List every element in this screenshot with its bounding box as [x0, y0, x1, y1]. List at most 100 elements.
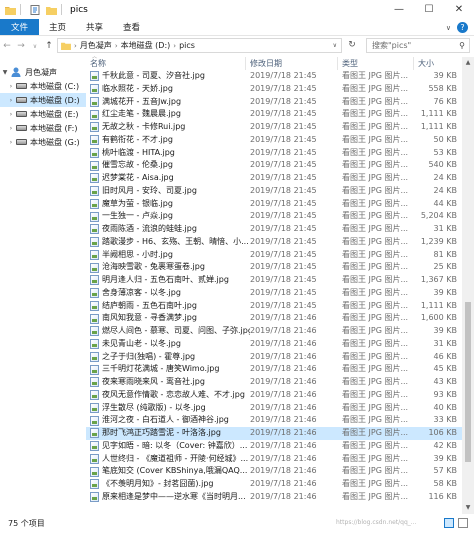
table-row[interactable]: 淮河之夜 - 白石道人 - 御酒神谷.jpg 2019/7/18 21:46 看图王… — [86, 414, 462, 427]
file-name-cell[interactable]: 见字如晤 - 暗: 以冬（Cover: 钟嘉欣）... — [90, 440, 250, 453]
chevron-right-icon[interactable]: › — [6, 139, 16, 146]
file-name-cell[interactable]: 夜来寒雨晓来风 - 鸾音社.jpg — [90, 376, 250, 389]
new-folder-icon[interactable] — [46, 5, 57, 15]
nav-item-drive-f[interactable]: › 本地磁盘 (F:) — [0, 121, 86, 135]
address-bar[interactable]: › 月色凝声 › 本地磁盘 (D:) › pics ∨ — [57, 38, 342, 53]
file-name-cell[interactable]: 半阙相思 - 小时.jpg — [90, 249, 250, 262]
table-row[interactable]: 结庐朝雨 - 五色石南叶.jpg 2019/7/18 21:45 看图王 JPG 图… — [86, 300, 462, 313]
close-button[interactable]: ✕ — [444, 0, 474, 19]
file-name-cell[interactable]: 明月逢人归 - 五色石南叶、贰婵.jpg — [90, 274, 250, 287]
file-name-cell[interactable]: 有鹤衔花 - 不才.jpg — [90, 134, 250, 147]
chevron-down-icon[interactable]: ▼ — [0, 69, 10, 76]
table-row[interactable]: 舍身薄凉客 - 以冬.jpg 2019/7/18 21:45 看图王 JPG 图片.… — [86, 287, 462, 300]
refresh-icon[interactable]: ↻ — [346, 40, 358, 52]
file-name-cell[interactable]: 魔草为萤 - 银临.jpg — [90, 198, 250, 211]
table-row[interactable]: 半阙相思 - 小时.jpg 2019/7/18 21:45 看图王 JPG 图片..… — [86, 249, 462, 262]
file-name-cell[interactable]: 浮生散尽 (纯歌版) - 以冬.jpg — [90, 402, 250, 415]
file-name-cell[interactable]: 沧海映雪歌 - 兔裹寒蛋卷.jpg — [90, 261, 250, 274]
recent-locations-button[interactable]: ∨ — [28, 43, 42, 50]
scroll-up-icon[interactable]: ▲ — [462, 57, 474, 69]
scroll-down-icon[interactable]: ▼ — [462, 502, 474, 514]
breadcrumb-pics[interactable]: pics — [179, 41, 195, 50]
file-name-cell[interactable]: 舍身薄凉客 - 以冬.jpg — [90, 287, 250, 300]
table-row[interactable]: 明月逢人归 - 五色石南叶、贰婵.jpg 2019/7/18 21:45 看图王 J… — [86, 274, 462, 287]
table-row[interactable]: 未见青山老 - 以冬.jpg 2019/7/18 21:46 看图王 JPG 图片.… — [86, 338, 462, 351]
column-header-date[interactable]: 修改日期 — [246, 57, 338, 70]
table-row[interactable]: 催雪忘故 - 伦桑.jpg 2019/7/18 21:45 看图王 JPG 图片..… — [86, 159, 462, 172]
file-name-cell[interactable]: 之子于归(独唱) - 霍尊.jpg — [90, 351, 250, 364]
minimize-button[interactable]: — — [384, 0, 414, 19]
table-row[interactable]: 见字如晤 - 暗: 以冬（Cover: 钟嘉欣）... 2019/7/18 21:… — [86, 440, 462, 453]
nav-item-drive-e[interactable]: › 本地磁盘 (E:) — [0, 107, 86, 121]
table-row[interactable]: 满城花开 - 五音Jw.jpg 2019/7/18 21:45 看图王 JPG 图片… — [86, 96, 462, 109]
file-name-cell[interactable]: 一生独一 - 卢焱.jpg — [90, 210, 250, 223]
chevron-right-icon[interactable]: › — [6, 97, 16, 104]
table-row[interactable]: 魔草为萤 - 银临.jpg 2019/7/18 21:45 看图王 JPG 图片..… — [86, 198, 462, 211]
large-icons-view-icon[interactable] — [458, 518, 468, 528]
table-row[interactable]: 三千明灯花满城 - 唐笑Wimo.jpg 2019/7/18 21:46 看图王 J… — [86, 363, 462, 376]
file-name-cell[interactable]: 夜风无意作情歌 - 恋恋故人难、不才.jpg — [90, 389, 250, 402]
tab-file[interactable]: 文件 — [0, 19, 40, 35]
forward-button[interactable]: → — [14, 41, 28, 51]
file-name-cell[interactable]: 笔底知交 (Cover KBShinya,哦漏QAQ... — [90, 465, 250, 478]
file-name-cell[interactable]: 夜雨陈酒 - 流浪的蛙蛙.jpg — [90, 223, 250, 236]
file-name-cell[interactable]: 千秋此意 - 司夏、汐音社.jpg — [90, 70, 250, 83]
table-row[interactable]: 临水照花 - 天娇.jpg 2019/7/18 21:45 看图王 JPG 图片..… — [86, 83, 462, 96]
file-name-cell[interactable]: 无故之秋 - 卡修Rui.jpg — [90, 121, 250, 134]
nav-item-drive-d[interactable]: › 本地磁盘 (D:) — [0, 93, 86, 107]
chevron-right-icon[interactable]: › — [6, 111, 16, 118]
tab-share[interactable]: 共享 — [76, 19, 113, 35]
file-name-cell[interactable]: 《不羡明月知》- 封茗囧菌).jpg — [90, 478, 250, 491]
up-button[interactable]: ↑ — [42, 41, 56, 51]
search-input[interactable]: 搜索"pics" ⚲ — [366, 38, 470, 53]
table-row[interactable]: 笔底知交 (Cover KBShinya,哦漏QAQ... 2019/7/18 2… — [86, 465, 462, 478]
table-row[interactable]: 沧海映雪歌 - 兔裹寒蛋卷.jpg 2019/7/18 21:45 看图王 JPG … — [86, 261, 462, 274]
table-row[interactable]: 无故之秋 - 卡修Rui.jpg 2019/7/18 21:45 看图王 JPG 图… — [86, 121, 462, 134]
file-name-cell[interactable]: 淮河之夜 - 白石道人 - 御酒神谷.jpg — [90, 414, 250, 427]
file-name-cell[interactable]: 满城花开 - 五音Jw.jpg — [90, 96, 250, 109]
nav-item-drive-g[interactable]: › 本地磁盘 (G:) — [0, 135, 86, 149]
expand-ribbon-icon[interactable]: ∨ — [446, 24, 451, 32]
table-row[interactable]: 夜风无意作情歌 - 恋恋故人难、不才.jpg 2019/7/18 21:46 看图王… — [86, 389, 462, 402]
chevron-right-icon[interactable]: › — [6, 125, 16, 132]
table-row[interactable]: 《不羡明月知》- 封茗囧菌).jpg 2019/7/18 21:46 看图王 JPG… — [86, 478, 462, 491]
table-row[interactable]: 千秋此意 - 司夏、汐音社.jpg 2019/7/18 21:45 看图王 JPG … — [86, 70, 462, 83]
table-row[interactable]: 迟梦棠花 - Aisa.jpg 2019/7/18 21:45 看图王 JPG 图片… — [86, 172, 462, 185]
nav-item-drive-c[interactable]: › 本地磁盘 (C:) — [0, 79, 86, 93]
table-row[interactable]: 旧时风月 - 安玲、司夏.jpg 2019/7/18 21:45 看图王 JPG 图… — [86, 185, 462, 198]
file-name-cell[interactable]: 三千明灯花满城 - 唐笑Wimo.jpg — [90, 363, 250, 376]
table-row[interactable]: 浮生散尽 (纯歌版) - 以冬.jpg 2019/7/18 21:46 看图王 JP… — [86, 402, 462, 415]
column-header-name[interactable]: 名称 — [86, 57, 246, 70]
table-row[interactable]: 那时飞鸿正巧踏雪泥 - 叶洛洛.jpg 2019/7/18 21:46 看图王 JP… — [86, 427, 462, 440]
back-button[interactable]: ← — [0, 41, 14, 51]
file-name-cell[interactable]: 人世终归 - 《魔道祖师 - 开陵·何经城》... — [90, 453, 250, 466]
chevron-down-icon[interactable]: ∨ — [333, 42, 337, 49]
file-name-cell[interactable]: 南风知我意 - 寻香满梦.jpg — [90, 312, 250, 325]
file-name-cell[interactable]: 桃叶临渡 - HITA.jpg — [90, 147, 250, 160]
vertical-scrollbar[interactable]: ▲ ▼ — [462, 57, 474, 514]
help-icon[interactable]: ? — [457, 22, 468, 33]
file-name-cell[interactable]: 未见青山老 - 以冬.jpg — [90, 338, 250, 351]
file-name-cell[interactable]: 迟梦棠花 - Aisa.jpg — [90, 172, 250, 185]
file-name-cell[interactable]: 燃尽人间色 - 慕寒、司夏、问图、子弥.jpg — [90, 325, 250, 338]
table-row[interactable]: 燃尽人间色 - 慕寒、司夏、问图、子弥.jpg 2019/7/18 21:46 看图… — [86, 325, 462, 338]
file-name-cell[interactable]: 临水照花 - 天娇.jpg — [90, 83, 250, 96]
column-header-size[interactable]: 大小 — [414, 57, 462, 70]
file-name-cell[interactable]: 结庐朝雨 - 五色石南叶.jpg — [90, 300, 250, 313]
column-header-type[interactable]: 类型 — [338, 57, 414, 70]
file-name-cell[interactable]: 原来相逢是梦中——逆水寒《当时明月... — [90, 491, 250, 504]
table-row[interactable]: 人世终归 - 《魔道祖师 - 开陵·何经城》... 2019/7/18 21:46… — [86, 453, 462, 466]
tab-view[interactable]: 查看 — [113, 19, 150, 35]
table-row[interactable]: 原来相逢是梦中——逆水寒《当时明月... 2019/7/18 21:46 看图王 J… — [86, 491, 462, 504]
file-name-cell[interactable]: 旧时风月 - 安玲、司夏.jpg — [90, 185, 250, 198]
file-name-cell[interactable]: 踏歌漫步 - H6、玄殇、王朝、晴愔、小... — [90, 236, 250, 249]
maximize-button[interactable]: ☐ — [414, 0, 444, 19]
table-row[interactable]: 夜雨陈酒 - 流浪的蛙蛙.jpg 2019/7/18 21:45 看图王 JPG 图… — [86, 223, 462, 236]
table-row[interactable]: 有鹤衔花 - 不才.jpg 2019/7/18 21:45 看图王 JPG 图片..… — [86, 134, 462, 147]
table-row[interactable]: 桃叶临渡 - HITA.jpg 2019/7/18 21:45 看图王 JPG 图片… — [86, 147, 462, 160]
table-row[interactable]: 红尘走笔 - 魏晨晨.jpg 2019/7/18 21:45 看图王 JPG 图片.… — [86, 108, 462, 121]
table-row[interactable]: 夜来寒雨晓来风 - 鸾音社.jpg 2019/7/18 21:46 看图王 JPG … — [86, 376, 462, 389]
table-row[interactable]: 之子于归(独唱) - 霍尊.jpg 2019/7/18 21:46 看图王 JPG … — [86, 351, 462, 364]
properties-icon[interactable] — [30, 4, 41, 15]
chevron-right-icon[interactable]: › — [6, 83, 16, 90]
